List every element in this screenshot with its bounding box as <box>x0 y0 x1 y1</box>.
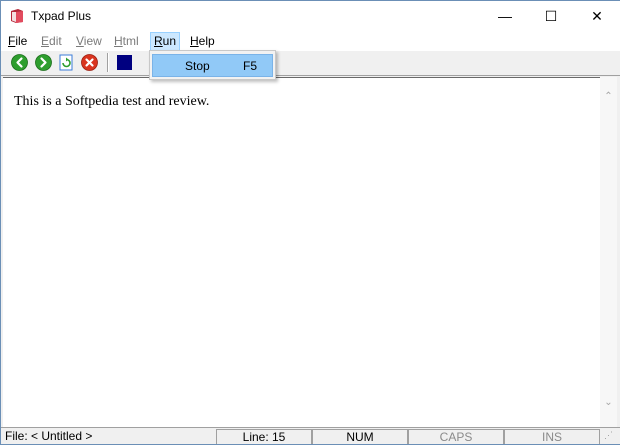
stop-square-icon[interactable] <box>116 54 133 71</box>
minimize-button[interactable]: — <box>482 1 528 31</box>
menu-edit[interactable]: Edit <box>38 33 65 50</box>
text-editor[interactable]: This is a Softpedia test and review. <box>3 77 600 427</box>
status-file: File: < Untitled > <box>5 429 93 443</box>
maximize-button[interactable]: ☐ <box>528 1 574 31</box>
maximize-icon: ☐ <box>544 8 558 24</box>
refresh-icon[interactable] <box>58 54 75 71</box>
app-window: Txpad Plus — ☐ ✕ File Edit View Html Run… <box>0 0 620 445</box>
forward-arrow-icon[interactable] <box>35 54 52 71</box>
menu-file[interactable]: File <box>5 33 30 50</box>
menu-run-mnemonic: R <box>154 34 163 48</box>
menu-file-label: ile <box>15 34 28 48</box>
menu-help-mnemonic: H <box>190 34 199 48</box>
menu-help[interactable]: Help <box>187 33 218 50</box>
app-book-icon <box>11 9 23 23</box>
minimize-icon: — <box>498 8 512 24</box>
menu-edit-mnemonic: E <box>41 34 50 48</box>
menu-html[interactable]: Html <box>111 33 142 50</box>
status-num: NUM <box>312 429 408 444</box>
toolbar-separator <box>107 53 109 72</box>
editor-content[interactable]: This is a Softpedia test and review. <box>14 94 209 110</box>
menu-run-label: un <box>162 34 177 48</box>
menu-run[interactable]: Run <box>150 32 181 51</box>
run-menu-dropdown: Stop F5 <box>149 50 276 80</box>
menu-html-label: tml <box>122 34 139 48</box>
menu-view[interactable]: View <box>73 33 105 50</box>
menu-item-stop[interactable]: Stop F5 <box>152 54 273 77</box>
close-button[interactable]: ✕ <box>574 1 620 31</box>
status-bar: File: < Untitled > Line: 15 NUM CAPS INS… <box>1 427 620 444</box>
vertical-scrollbar[interactable]: ⌃ ⌄ <box>600 77 617 427</box>
menu-help-label: elp <box>198 34 215 48</box>
menu-edit-label: dit <box>49 34 62 48</box>
menu-view-label: iew <box>83 34 102 48</box>
menu-html-mnemonic: H <box>114 34 123 48</box>
status-line: Line: 15 <box>216 429 312 444</box>
resize-grip-icon[interactable]: ⋰ <box>604 430 613 441</box>
scroll-up-icon[interactable]: ⌃ <box>600 88 617 105</box>
title-bar[interactable]: Txpad Plus — ☐ ✕ <box>1 1 620 31</box>
close-icon: ✕ <box>591 8 603 24</box>
window-title: Txpad Plus <box>31 9 92 23</box>
menu-bar: File Edit View Html Run Help <box>1 31 620 51</box>
back-arrow-icon[interactable] <box>11 54 28 71</box>
status-caps: CAPS <box>408 429 504 444</box>
scroll-down-icon[interactable]: ⌄ <box>600 394 617 411</box>
menu-view-mnemonic: V <box>76 34 84 48</box>
menu-item-stop-label: Stop <box>185 59 210 73</box>
status-ins: INS <box>504 429 600 444</box>
menu-item-stop-shortcut: F5 <box>243 59 258 73</box>
toolbar <box>1 51 620 76</box>
stop-icon[interactable] <box>81 54 98 71</box>
